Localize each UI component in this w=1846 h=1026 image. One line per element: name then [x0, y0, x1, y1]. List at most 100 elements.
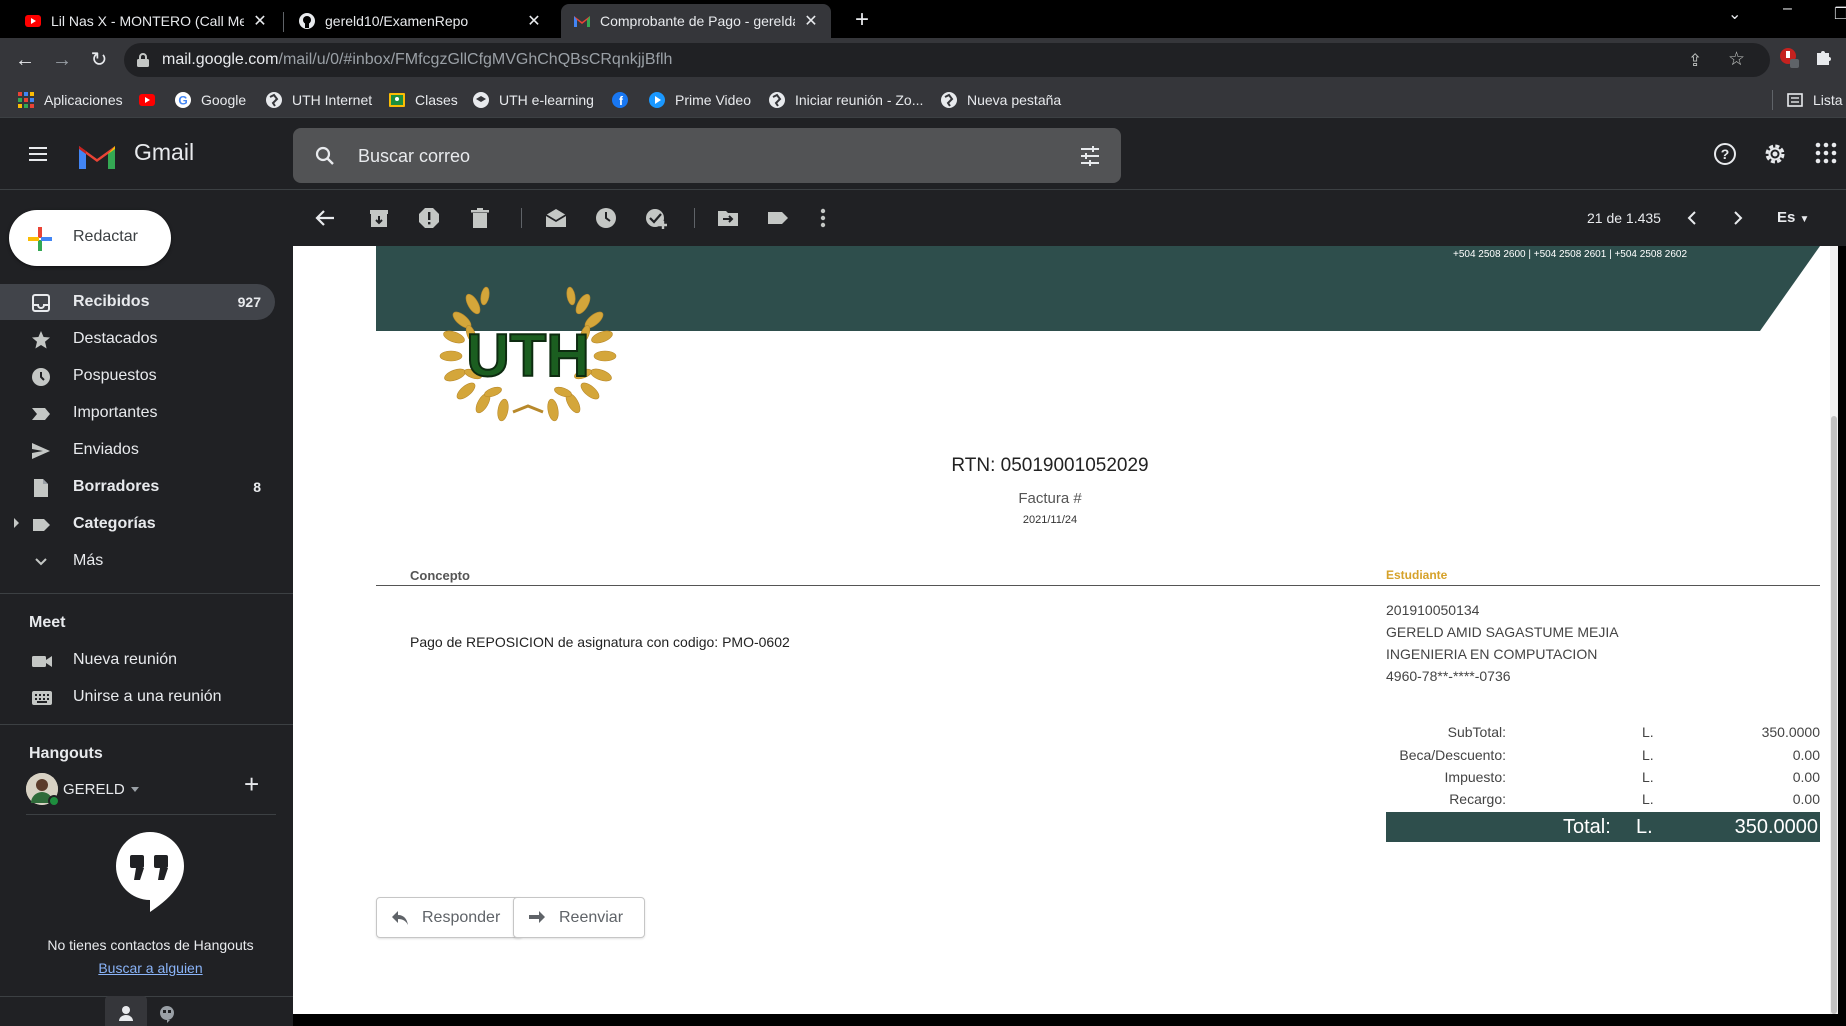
minimize-icon[interactable]: –	[1783, 0, 1792, 18]
hangouts-quote-icon	[116, 832, 184, 912]
add-to-tasks-icon[interactable]	[645, 207, 669, 229]
scrollbar-thumb[interactable]	[1831, 416, 1837, 1014]
meet-new-meeting[interactable]: Nueva reunión	[0, 642, 275, 678]
contacts-tab[interactable]	[105, 996, 147, 1026]
browser-toolbar: ← → ↻ mail.google.com/mail/u/0/#inbox/FM…	[0, 38, 1846, 82]
delete-icon[interactable]	[469, 207, 491, 229]
snooze-icon[interactable]	[595, 207, 617, 229]
gmail-wordmark: Gmail	[134, 139, 195, 165]
forward-button[interactable]: Reenviar	[513, 897, 645, 938]
bookmark-apps[interactable]: Aplicaciones	[17, 91, 123, 109]
restore-icon[interactable]: ❐	[1834, 4, 1846, 24]
report-spam-icon[interactable]	[418, 207, 440, 229]
keyboard-icon	[32, 691, 52, 705]
forward-icon[interactable]: →	[49, 47, 75, 73]
toolbar-separator	[694, 208, 695, 228]
sidebar-item-mas[interactable]: Más	[0, 543, 275, 579]
compose-button[interactable]: Redactar	[9, 210, 171, 266]
apps-grid-icon	[18, 92, 34, 108]
hangouts-chat-tab-icon[interactable]	[158, 1005, 176, 1023]
find-someone-link[interactable]: Buscar a alguien	[0, 960, 301, 976]
bookmark-label: UTH Internet	[292, 92, 373, 108]
compose-plus-icon	[28, 227, 52, 251]
search-options-icon[interactable]	[1079, 145, 1101, 167]
reply-icon	[392, 911, 408, 925]
close-icon[interactable]: ✕	[803, 11, 819, 31]
extension-badge-icon[interactable]	[1778, 46, 1800, 68]
bookmark-zoom[interactable]: Iniciar reunión - Zo...	[768, 91, 923, 109]
important-icon	[32, 408, 50, 420]
sidebar-item-categorias[interactable]: Categorías	[0, 506, 275, 542]
bookmark-facebook[interactable]: f	[611, 91, 638, 109]
bookmark-label: Iniciar reunión - Zo...	[795, 92, 924, 108]
globe-icon	[769, 92, 785, 108]
label-as-icon[interactable]	[767, 207, 789, 229]
sidebar-item-label: Destacados	[73, 330, 158, 347]
sidebar-item-importantes[interactable]: Importantes	[0, 395, 275, 431]
older-chevron-right-icon[interactable]	[1730, 207, 1746, 229]
bookmark-uth-internet[interactable]: UTH Internet	[265, 91, 372, 109]
sidebar-item-pospuestos[interactable]: Pospuestos	[0, 358, 275, 394]
draft-icon	[34, 479, 48, 497]
settings-gear-icon[interactable]	[1763, 142, 1787, 166]
label-icon	[33, 519, 50, 531]
browser-tab-github[interactable]: gereld10/ExamenRepo ✕	[286, 4, 554, 38]
address-bar[interactable]: mail.google.com/mail/u/0/#inbox/FMfcgzGl…	[124, 43, 1770, 77]
sidebar-item-enviados[interactable]: Enviados	[0, 432, 275, 468]
url-host: mail.google.com	[162, 51, 279, 68]
search-icon[interactable]	[313, 144, 337, 168]
bookmark-youtube[interactable]	[138, 91, 165, 109]
toolbar-separator	[521, 208, 522, 228]
message-scrollbar[interactable]	[1830, 246, 1838, 1014]
sidebar-item-destacados[interactable]: Destacados	[0, 321, 275, 357]
back-to-inbox-icon[interactable]	[314, 207, 336, 229]
total-label: Total:	[1563, 816, 1611, 838]
star-bookmark-icon[interactable]: ☆	[1728, 48, 1745, 71]
reply-button[interactable]: Responder	[376, 897, 523, 938]
browser-tab-gmail[interactable]: Comprobante de Pago - gereldan ✕	[561, 4, 831, 38]
menu-icon[interactable]	[26, 142, 50, 166]
move-to-icon[interactable]	[717, 207, 739, 229]
extensions-puzzle-icon[interactable]	[1814, 46, 1834, 66]
share-icon[interactable]: ⇪	[1688, 51, 1702, 71]
bookmark-prime-video[interactable]: Prime Video	[648, 91, 751, 109]
sidebar-item-borradores[interactable]: Borradores 8	[0, 469, 275, 505]
input-tools-language[interactable]: Es ▼	[1777, 209, 1809, 226]
subtotal-currency: L.	[1642, 724, 1654, 740]
sidebar-item-recibidos[interactable]: Recibidos 927	[0, 284, 275, 320]
gmail-header: Gmail Buscar correo ?	[0, 118, 1846, 190]
elearning-icon	[473, 92, 489, 108]
help-icon[interactable]: ?	[1713, 142, 1737, 166]
google-apps-icon[interactable]	[1815, 142, 1837, 164]
surcharge-label: Recargo:	[1449, 791, 1506, 807]
browser-tab-youtube[interactable]: Lil Nas X - MONTERO (Call Me By ✕	[12, 4, 280, 38]
forward-icon	[529, 911, 545, 923]
contact-phones: +504 2508 2600 | +504 2508 2601 | +504 2…	[1453, 249, 1688, 260]
bookmark-uth-elearning[interactable]: UTH e-learning	[472, 91, 594, 109]
bookmark-clases[interactable]: Clases	[388, 91, 458, 109]
expand-caret-icon[interactable]	[14, 518, 19, 528]
gmail-logo-icon[interactable]	[76, 140, 118, 172]
bookmark-nueva-pestana[interactable]: Nueva pestaña	[940, 91, 1061, 109]
reload-icon[interactable]: ↻	[86, 47, 112, 73]
new-tab-button[interactable]: +	[848, 6, 876, 34]
reading-list[interactable]: Lista d	[1786, 91, 1846, 109]
close-icon[interactable]: ✕	[526, 11, 542, 31]
pagination-text: 21 de 1.435	[1587, 210, 1661, 226]
meet-join-meeting[interactable]: Unirse a una reunión	[0, 679, 275, 715]
tab-search-icon[interactable]: ⌄	[1728, 4, 1741, 24]
bookmark-label: Nueva pestaña	[967, 92, 1062, 108]
search-bar[interactable]: Buscar correo	[293, 128, 1121, 183]
more-options-icon[interactable]	[818, 207, 828, 229]
newer-chevron-left-icon[interactable]	[1684, 207, 1700, 229]
search-input[interactable]: Buscar correo	[358, 146, 470, 167]
bookmark-google[interactable]: G Google	[174, 91, 246, 109]
add-contact-icon[interactable]: +	[244, 769, 259, 800]
close-icon[interactable]: ✕	[252, 11, 268, 31]
hangouts-user-menu[interactable]: GERELD	[26, 773, 139, 807]
reading-list-icon	[1787, 93, 1803, 107]
total-value: 350.0000	[1734, 816, 1818, 838]
back-icon[interactable]: ←	[12, 47, 38, 73]
mark-unread-icon[interactable]	[545, 207, 567, 229]
archive-icon[interactable]	[368, 207, 390, 229]
